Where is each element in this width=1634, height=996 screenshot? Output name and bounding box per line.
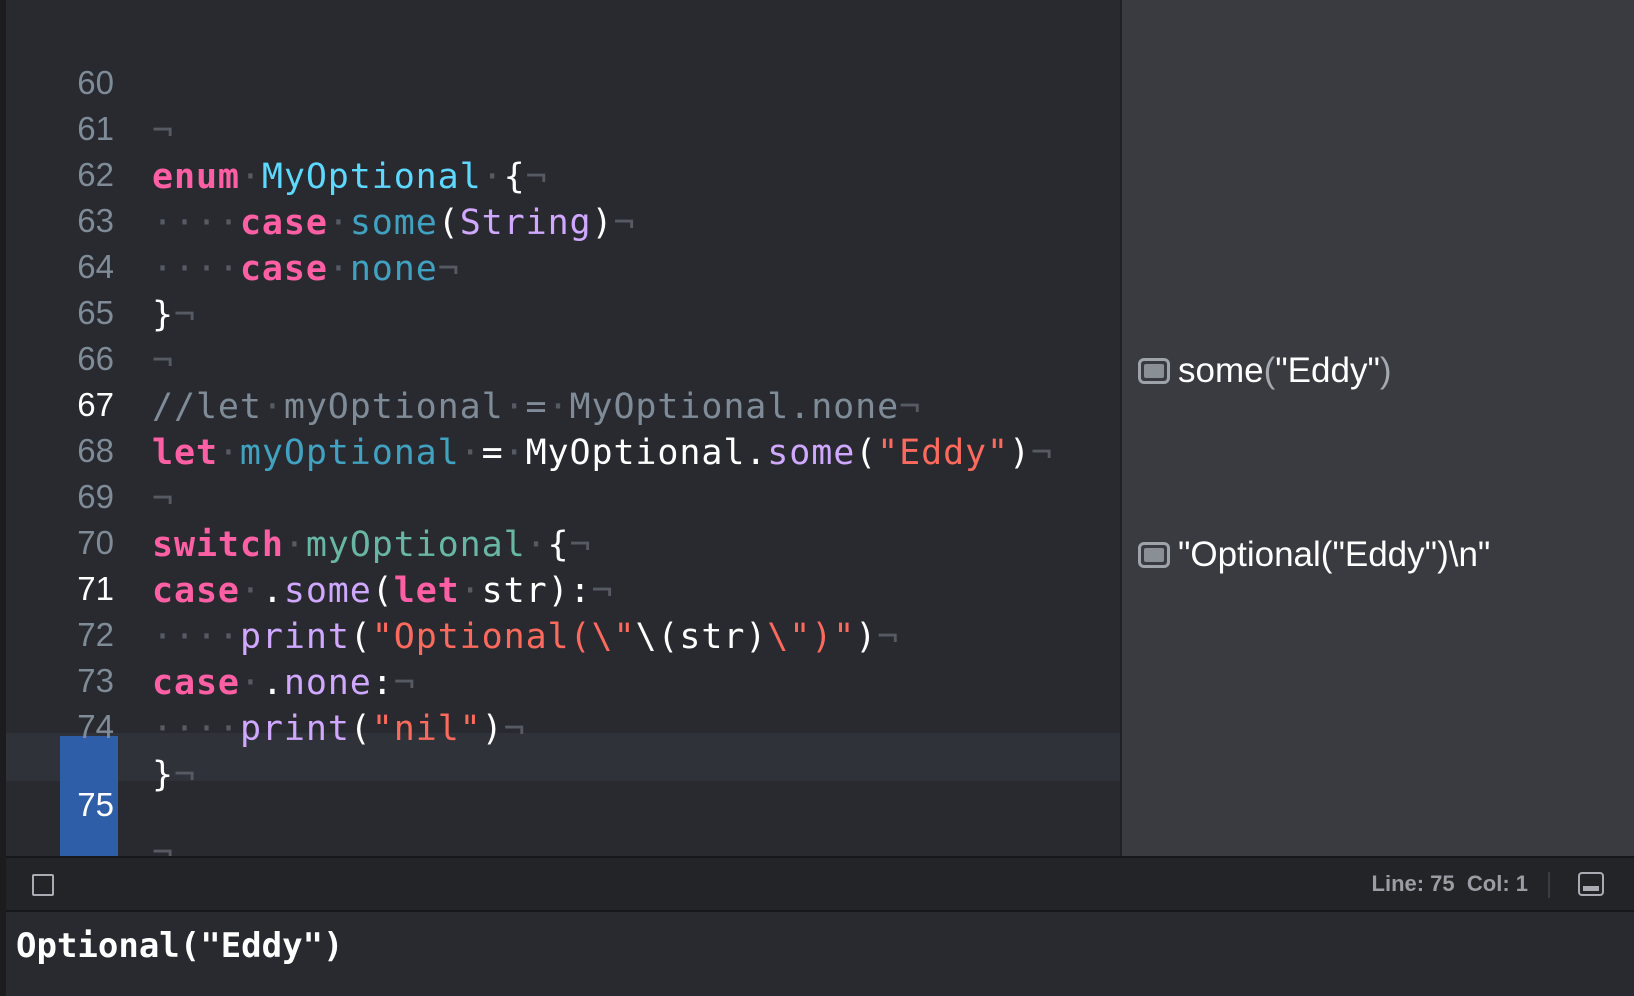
- code-text: ¬: [152, 829, 174, 856]
- code-line-74[interactable]: 74 }¬: [6, 655, 1120, 795]
- code-line-65[interactable]: 65 ¬: [6, 241, 1120, 381]
- code-line-67[interactable]: 67 let·myOptional·=·MyOptional.some("Edd…: [6, 333, 1120, 473]
- cursor-position: Line: 75 Col: 1: [1371, 871, 1528, 896]
- code-line-62[interactable]: 62 ····case·some(String)¬: [6, 103, 1120, 243]
- code-line-71[interactable]: 71 ····print("Optional(\"\(str)\")")¬: [6, 517, 1120, 657]
- code-line-72[interactable]: 72 case·.none:¬: [6, 563, 1120, 703]
- result-line-67: some("Eddy"): [1138, 347, 1392, 395]
- code-line-68[interactable]: 68 ¬: [6, 379, 1120, 519]
- console-output: Optional("Eddy"): [16, 926, 344, 966]
- debug-area-toggle-icon[interactable]: [1578, 872, 1604, 896]
- code-line-60[interactable]: 60 ¬: [6, 11, 1120, 151]
- console-area[interactable]: Optional("Eddy"): [6, 912, 1634, 996]
- code-line-75[interactable]: 75 ¬: [6, 733, 1120, 856]
- result-value: "Eddy": [1275, 351, 1380, 390]
- result-value: "Optional("Eddy")\n": [1178, 535, 1491, 574]
- playground-window: 60 ¬ 61 enum·MyOptional·{¬ 62 ····case·s…: [0, 0, 1634, 996]
- result-paren: ): [1379, 351, 1392, 390]
- result-paren: (: [1263, 351, 1276, 390]
- code-editor[interactable]: 60 ¬ 61 enum·MyOptional·{¬ 62 ····case·s…: [6, 0, 1120, 856]
- divider: [1548, 872, 1550, 898]
- code-line-66[interactable]: 66 //let·myOptional·=·MyOptional.none¬: [6, 287, 1120, 427]
- code-line-61[interactable]: 61 enum·MyOptional·{¬: [6, 57, 1120, 197]
- code-line-69[interactable]: 69 switch·myOptional·{¬: [6, 425, 1120, 565]
- result-line-71: "Optional("Eddy")\n": [1138, 531, 1490, 579]
- status-bar: Line: 75 Col: 1: [6, 856, 1634, 912]
- line-number: 75: [77, 786, 114, 823]
- eol-marker: ¬: [152, 833, 174, 856]
- results-sidebar: some("Eddy") "Optional("Eddy")\n": [1120, 0, 1634, 856]
- code-line-63[interactable]: 63 ····case·none¬: [6, 149, 1120, 289]
- checkbox-icon[interactable]: [32, 874, 54, 896]
- code-line-70[interactable]: 70 case·.some(let·str):¬: [6, 471, 1120, 611]
- quick-look-icon[interactable]: [1138, 358, 1170, 384]
- quick-look-icon[interactable]: [1138, 542, 1170, 568]
- result-name: some: [1178, 351, 1264, 390]
- code-line-73[interactable]: 73 ····print("nil")¬: [6, 609, 1120, 749]
- code-line-64[interactable]: 64 }¬: [6, 195, 1120, 335]
